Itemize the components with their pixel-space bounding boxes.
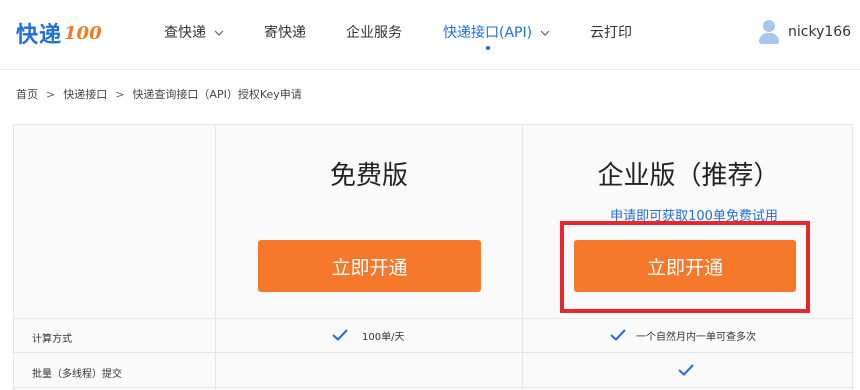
breadcrumb-separator: >	[115, 87, 125, 101]
feature-label-batch-submit: 批量（多线程）提交	[32, 369, 122, 380]
breadcrumb-separator: >	[46, 87, 56, 101]
nav-item-send-package[interactable]: 寄快递	[264, 20, 306, 44]
chevron-down-icon	[540, 26, 550, 39]
nav-item-express-api[interactable]: 快递接口(API)	[443, 20, 550, 44]
nav-item-enterprise-services[interactable]: 企业服务	[346, 20, 402, 44]
check-icon	[610, 329, 626, 341]
top-header: 快递 100 查快递 寄快递 企业服务 快递接口(API) 云打印 nicky1…	[0, 0, 860, 70]
main-nav: 查快递 寄快递 企业服务 快递接口(API) 云打印	[0, 0, 860, 70]
breadcrumb: 首页 > 快递接口 > 快递查询接口（API）授权Key申请	[16, 86, 302, 102]
free-billing-value: 100单/天	[362, 331, 405, 343]
enterprise-plan-title: 企业版（推荐）	[597, 161, 780, 191]
breadcrumb-item-api[interactable]: 快递接口	[63, 86, 107, 102]
breadcrumb-item-home[interactable]: 首页	[16, 86, 38, 102]
nav-item-cloud-print[interactable]: 云打印	[590, 20, 632, 44]
nav-item-track-package[interactable]: 查快递	[164, 20, 224, 44]
user-avatar-icon	[758, 20, 780, 44]
enterprise-batch-cell	[678, 362, 694, 378]
check-icon	[678, 364, 694, 376]
row-divider	[14, 352, 854, 353]
pricing-table: 免费版 立即开通 企业版（推荐） 申请即可获取100单免费试用 立即开通 计算方…	[13, 124, 854, 390]
row-divider	[14, 387, 854, 388]
row-divider	[14, 318, 854, 319]
user-menu[interactable]: nicky166	[758, 18, 851, 46]
free-plan-activate-button[interactable]: 立即开通	[258, 240, 481, 292]
nav-item-label: 寄快递	[264, 25, 306, 41]
enterprise-billing-value: 一个自然月内一单可查多次	[636, 331, 756, 343]
breadcrumb-item-current: 快递查询接口（API）授权Key申请	[132, 88, 302, 101]
active-nav-indicator	[486, 46, 490, 50]
chevron-down-icon	[214, 26, 224, 39]
nav-item-label: 查快递	[164, 25, 206, 41]
nav-item-label: 云打印	[590, 25, 632, 41]
check-icon	[332, 329, 348, 341]
free-billing-cell: 100单/天	[332, 327, 404, 343]
username: nicky166	[788, 24, 852, 40]
free-plan-title: 免费版	[329, 161, 408, 191]
nav-item-label: 企业服务	[346, 25, 402, 41]
enterprise-billing-cell: 一个自然月内一单可查多次	[610, 327, 756, 343]
nav-item-label: 快递接口(API)	[443, 25, 533, 41]
feature-label-billing-method: 计算方式	[32, 334, 72, 345]
highlight-box	[560, 221, 810, 313]
